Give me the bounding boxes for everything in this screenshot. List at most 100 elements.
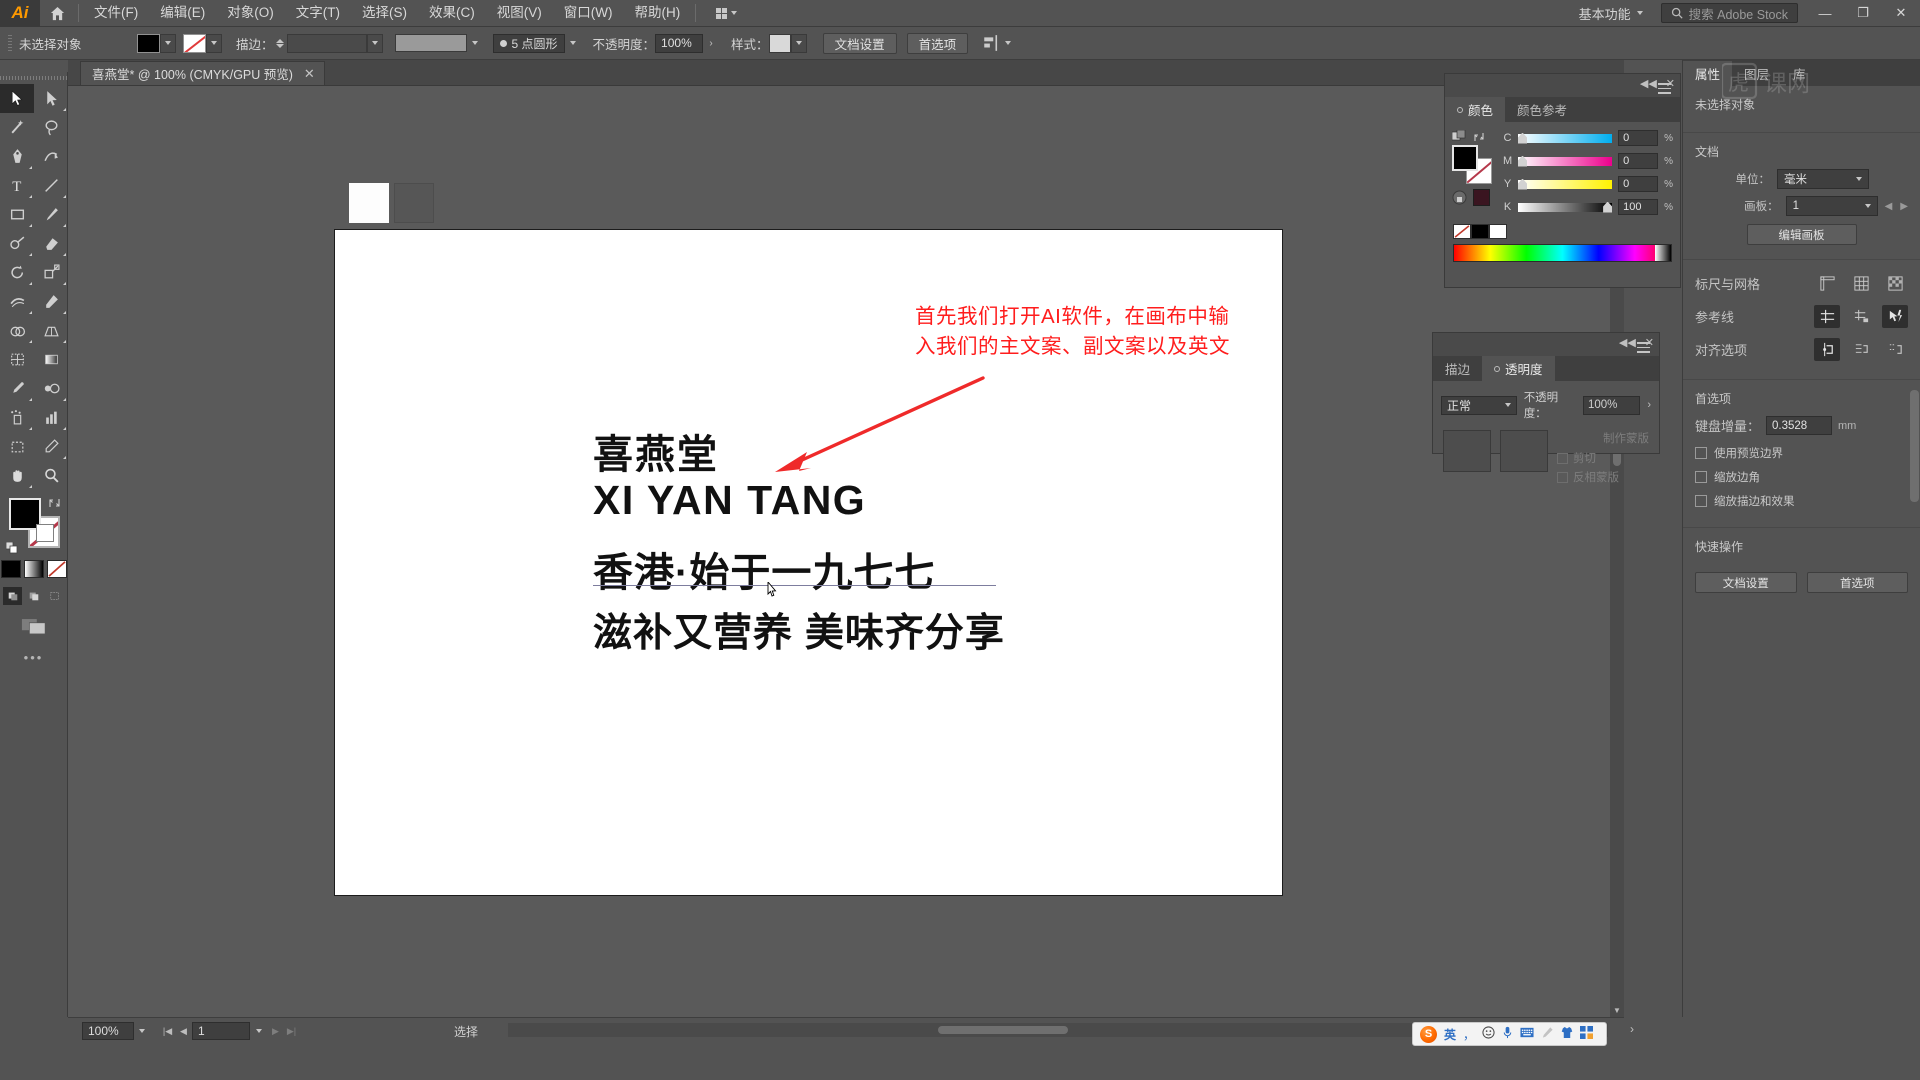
menu-help[interactable]: 帮助(H) [623, 2, 691, 24]
align-dropdown[interactable] [1000, 34, 1016, 53]
properties-scrollbar-thumb[interactable] [1910, 390, 1919, 502]
unit-select[interactable]: 毫米 [1777, 169, 1869, 189]
next-artboard-button[interactable]: ▶ [268, 1022, 283, 1040]
scale-strokes-checkbox[interactable] [1695, 495, 1707, 507]
tab-color-guide[interactable]: 颜色参考 [1505, 97, 1580, 122]
tool-selection[interactable] [0, 84, 34, 113]
punctuation-icon[interactable]: ， [1463, 1026, 1475, 1043]
menu-window[interactable]: 窗口(W) [553, 2, 624, 24]
preset-none[interactable] [1453, 224, 1471, 239]
style-dropdown[interactable] [790, 33, 807, 53]
menu-file[interactable]: 文件(F) [83, 2, 149, 24]
collapse-icon[interactable]: ◀◀ [1619, 336, 1636, 349]
snap-to-grid-icon[interactable] [1848, 338, 1874, 361]
tool-blend[interactable] [34, 374, 68, 403]
tool-rectangle[interactable] [0, 200, 34, 229]
variable-width-profile-preview[interactable] [394, 34, 467, 52]
snap-to-pixel-icon[interactable] [1882, 338, 1908, 361]
transparency-opacity-field[interactable]: 100% [1583, 395, 1641, 415]
keyboard-icon[interactable] [1520, 1027, 1534, 1041]
slider-track-y[interactable] [1518, 178, 1613, 190]
artboard-select[interactable]: 1 [1785, 196, 1878, 216]
gradient-button[interactable] [23, 560, 44, 578]
hscrollbar-thumb[interactable] [938, 1026, 1068, 1034]
color-fill-swatch[interactable] [1452, 145, 1478, 171]
preview-bounds-checkbox[interactable] [1695, 447, 1707, 459]
stroke-color-swatch[interactable] [183, 33, 206, 53]
arrange-documents-button[interactable] [708, 5, 745, 22]
tool-perspective-grid[interactable] [34, 316, 68, 345]
zoom-level-field[interactable]: 100% [82, 1022, 134, 1040]
tool-gradient[interactable] [34, 345, 68, 374]
home-icon[interactable] [40, 0, 74, 27]
control-bar-grip[interactable] [6, 33, 15, 53]
minimize-button[interactable]: — [1806, 0, 1844, 27]
color-fill-stroke[interactable] [1452, 145, 1494, 185]
canvas-shape-white[interactable] [349, 183, 389, 223]
none-button[interactable] [46, 560, 67, 578]
quick-document-setup-button[interactable]: 文档设置 [1695, 572, 1797, 593]
tool-eraser[interactable] [34, 229, 68, 258]
menu-effect[interactable]: 效果(C) [418, 2, 486, 24]
fill-stroke-toggle-icon[interactable] [1452, 130, 1467, 143]
tool-shaper[interactable] [0, 229, 34, 258]
opacity-flyout[interactable]: › [703, 34, 719, 53]
skin-icon[interactable] [1561, 1026, 1573, 1042]
fill-stroke-control[interactable] [5, 496, 62, 554]
slider-value-c[interactable]: 0 [1618, 130, 1659, 146]
toolbar-grip[interactable] [0, 72, 67, 84]
zoom-dropdown[interactable] [134, 1022, 150, 1040]
swap-fill-stroke-icon[interactable] [48, 496, 62, 510]
panel-menu-icon[interactable] [1637, 342, 1650, 356]
tool-pen[interactable] [0, 142, 34, 171]
color-preview-swatch[interactable] [1473, 189, 1490, 206]
tool-free-transform[interactable] [34, 287, 68, 316]
snap-to-point-icon[interactable] [1814, 338, 1840, 361]
document-setup-button[interactable]: 文档设置 [822, 32, 897, 54]
show-transparency-grid-icon[interactable] [1882, 272, 1908, 295]
graphic-style-swatch[interactable] [768, 33, 791, 53]
slider-value-k[interactable]: 100 [1618, 199, 1659, 215]
tool-hand[interactable] [0, 461, 34, 490]
first-artboard-button[interactable]: |◀ [160, 1022, 175, 1040]
show-grid-icon[interactable] [1848, 272, 1874, 295]
tool-mesh[interactable] [0, 345, 34, 374]
color-lock-icon[interactable] [1452, 190, 1467, 205]
slider-value-y[interactable]: 0 [1618, 176, 1659, 192]
tool-artboard[interactable] [0, 432, 34, 461]
tool-symbol-sprayer[interactable] [0, 403, 34, 432]
tool-curvature[interactable] [34, 142, 68, 171]
show-guides-icon[interactable] [1814, 305, 1840, 328]
object-thumbnail[interactable] [1443, 430, 1491, 472]
screen-mode-button[interactable] [0, 617, 67, 636]
preferences-button[interactable]: 首选项 [906, 32, 969, 54]
ime-expand-icon[interactable]: › [1630, 1022, 1634, 1036]
stroke-dropdown[interactable] [206, 33, 222, 53]
scale-strokes-option[interactable]: 缩放描边和效果 [1695, 493, 1908, 509]
close-icon[interactable]: ✕ [304, 67, 315, 80]
tool-lasso[interactable] [34, 113, 68, 142]
fill-dropdown[interactable] [160, 33, 176, 53]
show-rulers-icon[interactable] [1814, 272, 1840, 295]
variable-width-dropdown[interactable] [467, 34, 483, 53]
quick-preferences-button[interactable]: 首选项 [1806, 572, 1908, 593]
edit-toolbar-icon[interactable]: ••• [0, 650, 67, 665]
lock-guides-icon[interactable] [1848, 305, 1874, 328]
prev-artboard-icon[interactable]: ◀ [1885, 201, 1893, 212]
artboard[interactable]: 首先我们打开AI软件，在画布中输 入我们的主文案、副文案以及英文 喜燕堂 XI … [334, 229, 1283, 896]
tool-scale[interactable] [34, 258, 68, 287]
artboard-text-line-3[interactable]: 香港·始于一九七七 [593, 540, 935, 598]
workspace-switcher[interactable]: 基本功能 [1569, 1, 1653, 26]
tab-color[interactable]: 颜色 [1445, 97, 1506, 122]
clip-checkbox[interactable] [1557, 452, 1568, 464]
keyboard-increment-field[interactable]: 0.3528 [1766, 416, 1833, 435]
preview-bounds-option[interactable]: 使用预览边界 [1695, 445, 1908, 461]
menu-edit[interactable]: 编辑(E) [149, 2, 216, 24]
menu-view[interactable]: 视图(V) [486, 2, 553, 24]
microphone-icon[interactable] [1502, 1026, 1513, 1042]
tool-rotate[interactable] [0, 258, 34, 287]
preset-black[interactable] [1471, 224, 1489, 239]
emoji-icon[interactable] [1482, 1026, 1495, 1042]
artboard-dropdown[interactable] [251, 1022, 267, 1040]
preset-white[interactable] [1489, 224, 1507, 239]
